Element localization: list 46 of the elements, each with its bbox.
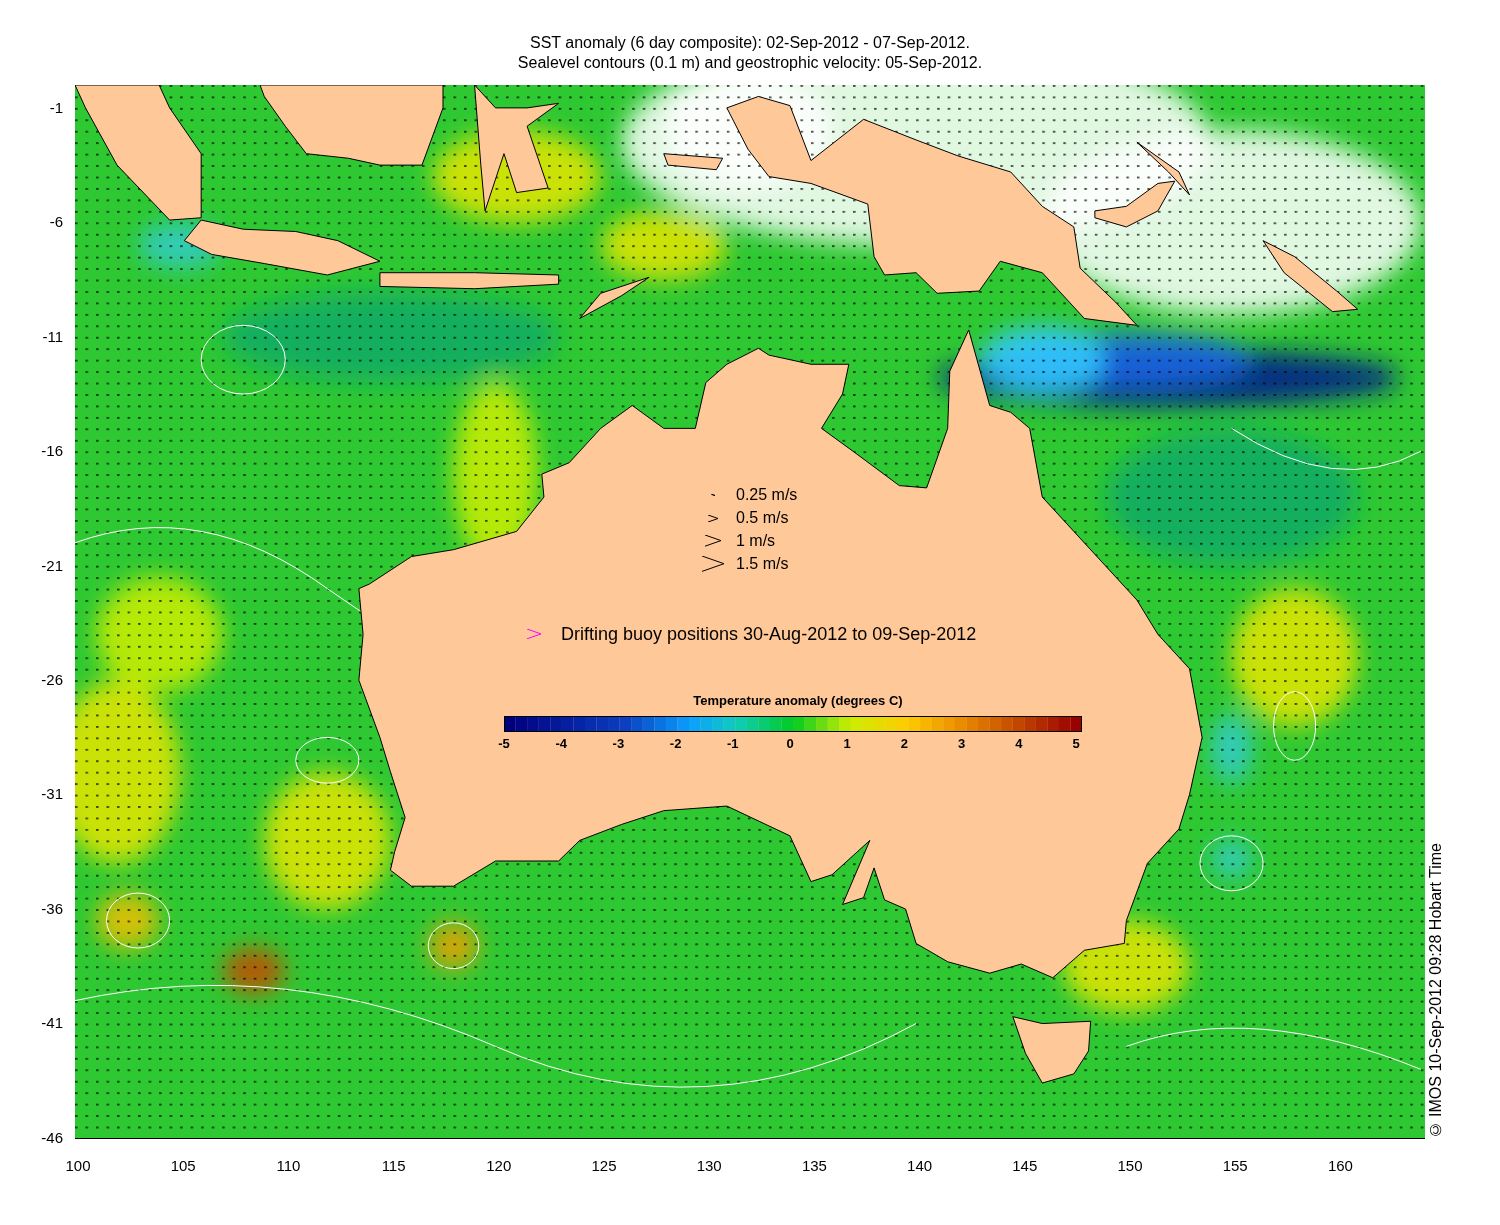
y-tick-label: -31 bbox=[41, 786, 63, 803]
colorbar-tick-label: -3 bbox=[611, 736, 626, 751]
colorbar-tick-label: 2 bbox=[899, 736, 909, 751]
x-tick-label: 105 bbox=[169, 1157, 197, 1175]
x-tick-label: 145 bbox=[1011, 1157, 1039, 1175]
y-tick-label: -16 bbox=[41, 443, 63, 460]
y-tick-label: -1 bbox=[49, 100, 63, 116]
colorbar-tick-label: -1 bbox=[726, 736, 740, 751]
x-tick-label: 135 bbox=[800, 1157, 828, 1175]
colorbar-tick-label: 0 bbox=[785, 736, 795, 751]
y-tick-label: -41 bbox=[41, 1015, 63, 1032]
y-tick-label: -11 bbox=[42, 328, 63, 345]
x-tick-label: 130 bbox=[695, 1157, 723, 1175]
x-tick-label: 150 bbox=[1116, 1157, 1144, 1175]
y-tick-label: -6 bbox=[49, 214, 63, 231]
buoy-marker-icon bbox=[527, 629, 541, 639]
buoy-legend-label: Drifting buoy positions 30-Aug-2012 to 09-Sep-2012 bbox=[561, 623, 977, 645]
chart-title: SST anomaly (6 day composite): 02-Sep-2012 - 07-Sep-2012. bbox=[530, 33, 970, 53]
x-tick-label: 115 bbox=[380, 1157, 407, 1175]
y-tick-label: -36 bbox=[41, 900, 63, 917]
y-tick-label: -46 bbox=[41, 1129, 63, 1146]
landmass bbox=[663, 153, 724, 171]
velocity-scale-label: 0.5 m/s bbox=[736, 508, 789, 528]
colorbar-tick-label: 4 bbox=[1014, 736, 1024, 751]
credit-text: © IMOS 10-Sep-2012 09:28 Hobart Time bbox=[1426, 842, 1445, 1138]
colorbar-tick-label: -5 bbox=[497, 736, 511, 751]
colorbar-tick-label: -2 bbox=[668, 736, 683, 751]
colorbar-tick-label: 3 bbox=[956, 736, 967, 751]
chart-subtitle: Sealevel contours (0.1 m) and geostrophic velocity: 05-Sep-2012. bbox=[517, 53, 983, 73]
colorbar-title: Temperature anomaly (degrees C) bbox=[693, 693, 903, 709]
colorbar-tick-label: -4 bbox=[554, 736, 568, 751]
colorbar-tick-label: 5 bbox=[1071, 736, 1081, 751]
y-tick-label: -21 bbox=[41, 557, 63, 574]
x-tick-label: 120 bbox=[485, 1157, 513, 1175]
y-tick-label: -26 bbox=[41, 672, 63, 688]
x-tick-label: 160 bbox=[1326, 1157, 1354, 1175]
colorbar-tick-label: 1 bbox=[842, 736, 852, 751]
velocity-scale-label: 0.25 m/s bbox=[736, 485, 798, 505]
x-tick-label: 155 bbox=[1221, 1157, 1249, 1175]
velocity-scale-label: 1.5 m/s bbox=[736, 554, 789, 574]
velocity-scale-label: 1 m/s bbox=[736, 531, 776, 551]
x-tick-label: 100 bbox=[64, 1157, 92, 1175]
x-tick-label: 125 bbox=[590, 1157, 618, 1175]
landmass bbox=[579, 276, 650, 319]
x-tick-label: 110 bbox=[275, 1157, 302, 1175]
x-tick-label: 140 bbox=[906, 1157, 934, 1175]
